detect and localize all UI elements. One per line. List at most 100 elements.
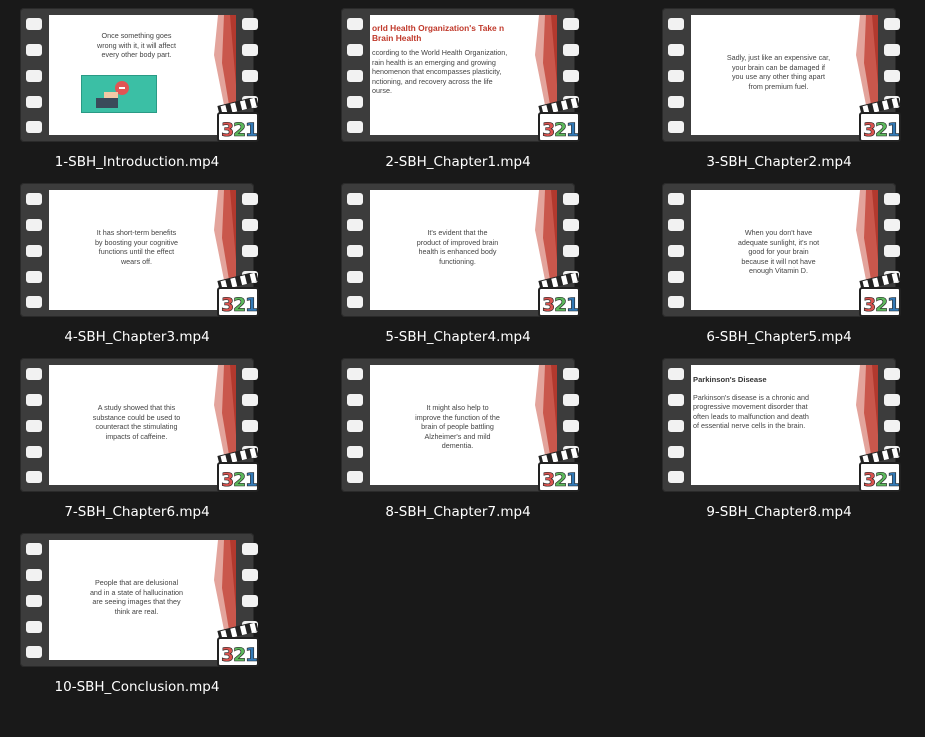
sprocket-hole (26, 296, 42, 308)
sprocket-hole (242, 569, 258, 581)
video-file-item[interactable]: When you don't have adequate sunlight, it… (654, 183, 904, 353)
file-grid: Once something goes wrong with it, it wil… (0, 0, 925, 737)
svg-text:1: 1 (887, 294, 900, 316)
slide-title: orld Health Organization's Take n Brain … (372, 23, 505, 43)
slide-text-line: It might also help to (426, 403, 489, 412)
slide-text-line: progressive movement disorder that (693, 402, 808, 411)
sprocket-hole (347, 18, 363, 30)
sprocket-hole (26, 621, 42, 633)
slide-text: orld Health Organization's Take n Brain … (372, 23, 527, 96)
slide-text-line: Sadly, just like an expensive car, (726, 53, 831, 62)
slide-text-line: Once something goes (101, 31, 172, 40)
slide-text-line: ourse. (372, 86, 392, 95)
slide-text-line: think are real. (114, 606, 159, 616)
sprocket-hole (347, 245, 363, 257)
sprocket-hole (563, 394, 579, 406)
sprocket-hole (26, 96, 42, 108)
video-file-item[interactable]: Once something goes wrong with it, it wil… (12, 8, 262, 178)
slide-preview: Parkinson's Disease Parkinson's disease i… (691, 365, 878, 485)
sprocket-hole (26, 245, 42, 257)
sprocket-hole (668, 420, 684, 432)
slide-text: It's evident that the product of improved… (384, 228, 531, 266)
slide-text-line: your brain can be damaged if (731, 62, 826, 72)
slide-text: A study showed that this substance could … (63, 403, 210, 441)
file-name-label: 8-SBH_Chapter7.mp4 (385, 504, 531, 520)
svg-text:1: 1 (566, 469, 579, 491)
slide-text-line: are seeing images that they (92, 597, 181, 606)
slide-preview: It has short-term benefits by boosting yo… (49, 190, 236, 310)
sprocket-hole (242, 245, 258, 257)
slide-text-line: Alzheimer's and mild (424, 431, 491, 441)
slide-text-line: often leads to malfunction and death (693, 411, 809, 421)
sprocket-hole (668, 271, 684, 283)
sprocket-hole (26, 420, 42, 432)
slide-text-line: functions until the effect (98, 247, 175, 256)
file-name-label: 1-SBH_Introduction.mp4 (54, 154, 220, 170)
sprocket-hole (347, 70, 363, 82)
slide-text-line: ccording to the World Health Organizatio… (372, 48, 508, 57)
sprocket-hole (884, 193, 900, 205)
sprocket-hole (668, 245, 684, 257)
slide-text-line: enough Vitamin D. (748, 266, 808, 275)
sprocket-hole (26, 70, 42, 82)
video-file-item[interactable]: It's evident that the product of improved… (333, 183, 583, 353)
slide-preview: orld Health Organization's Take n Brain … (370, 15, 557, 135)
sprocket-hole (347, 446, 363, 458)
mpc-hc-321-icon: 321 (215, 621, 261, 669)
sprocket-hole (242, 595, 258, 607)
slide-text-line: and in a state of hallucination (89, 587, 184, 597)
slide-preview: When you don't have adequate sunlight, it… (691, 190, 878, 310)
slide-text-line: counteract the stimulating (95, 422, 178, 431)
slide-text-line: functioning. (439, 256, 476, 266)
sprocket-hole (347, 368, 363, 380)
sprocket-hole (668, 394, 684, 406)
file-name-label: 6-SBH_Chapter5.mp4 (706, 329, 852, 345)
slide-preview: It's evident that the product of improved… (370, 190, 557, 310)
video-file-item[interactable]: orld Health Organization's Take n Brain … (333, 8, 583, 178)
sprocket-hole (563, 70, 579, 82)
sprocket-hole (347, 121, 363, 133)
file-name-label: 7-SBH_Chapter6.mp4 (64, 504, 210, 520)
slide-text-line: It has short-term benefits (96, 228, 177, 237)
video-file-item[interactable]: A study showed that this substance could … (12, 358, 262, 528)
video-file-item[interactable]: It might also help to improve the functio… (333, 358, 583, 528)
mpc-hc-321-icon: 321 (215, 271, 261, 319)
video-file-item[interactable]: People that are delusional and in a state… (12, 533, 262, 703)
sprocket-hole (242, 394, 258, 406)
svg-text:1: 1 (245, 644, 258, 666)
sprocket-hole (563, 368, 579, 380)
video-file-item[interactable]: Parkinson's Disease Parkinson's disease i… (654, 358, 904, 528)
sprocket-hole (26, 394, 42, 406)
sprocket-hole (884, 70, 900, 82)
file-name-label: 3-SBH_Chapter2.mp4 (706, 154, 852, 170)
slide-text: It might also help to improve the functio… (384, 403, 531, 451)
slide-preview: It might also help to improve the functio… (370, 365, 557, 485)
video-file-item[interactable]: It has short-term benefits by boosting yo… (12, 183, 262, 353)
mpc-hc-321-icon: 321 (857, 446, 903, 494)
sprocket-hole (668, 121, 684, 133)
sprocket-hole (242, 44, 258, 56)
sprocket-hole (347, 219, 363, 231)
mpc-hc-321-icon: 321 (536, 271, 582, 319)
slide-text: It has short-term benefits by boosting yo… (63, 228, 210, 266)
sprocket-hole (242, 219, 258, 231)
mpc-hc-321-icon: 321 (857, 271, 903, 319)
sprocket-hole (347, 420, 363, 432)
slide-text-line: brain of people battling (421, 422, 494, 431)
sprocket-hole (242, 193, 258, 205)
sprocket-hole (26, 193, 42, 205)
slide-text-line: by boosting your cognitive (94, 237, 179, 247)
video-file-item[interactable]: Sadly, just like an expensive car, your b… (654, 8, 904, 178)
slide-text-line: good for your brain (748, 247, 809, 256)
sprocket-hole (563, 219, 579, 231)
mpc-hc-321-icon: 321 (536, 446, 582, 494)
sprocket-hole (347, 96, 363, 108)
sprocket-hole (563, 193, 579, 205)
sprocket-hole (884, 368, 900, 380)
slide-text: People that are delusional and in a state… (63, 578, 210, 616)
slide-text-line: product of improved brain (416, 237, 499, 247)
sprocket-hole (347, 394, 363, 406)
slide-text-line: every other body part. (101, 50, 172, 59)
file-name-label: 4-SBH_Chapter3.mp4 (64, 329, 210, 345)
sprocket-hole (242, 70, 258, 82)
